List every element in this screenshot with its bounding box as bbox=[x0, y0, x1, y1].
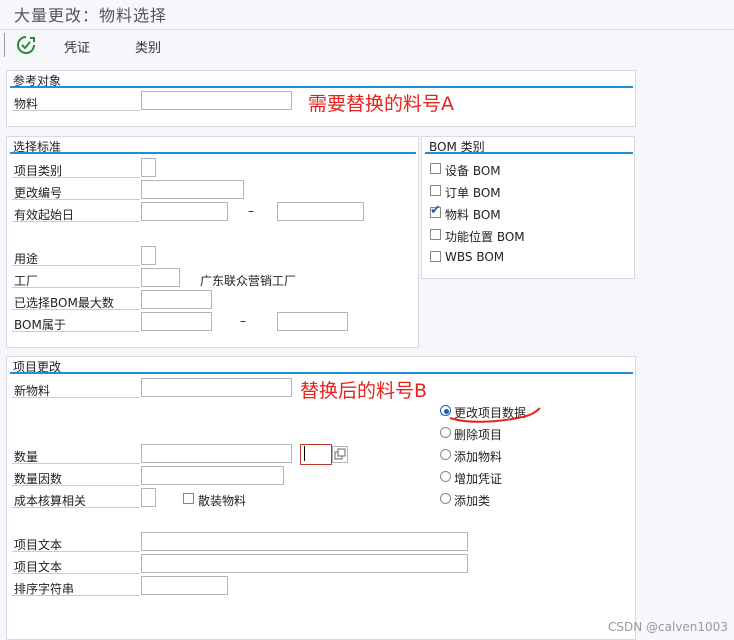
label-underline bbox=[12, 177, 140, 178]
label-underline bbox=[12, 551, 140, 552]
material-input[interactable] bbox=[141, 91, 292, 110]
cost-relevant-input[interactable] bbox=[141, 488, 156, 507]
delete-item-label: 删除项目 bbox=[454, 428, 503, 442]
execute-check-icon[interactable] bbox=[16, 35, 36, 55]
text-cursor bbox=[304, 446, 305, 461]
label-underline bbox=[12, 265, 140, 266]
bulk-material-checkbox[interactable] bbox=[183, 493, 194, 504]
add-document-label: 增加凭证 bbox=[454, 472, 503, 486]
wbs-bom-checkbox[interactable] bbox=[430, 251, 441, 262]
category-button[interactable]: 类别 bbox=[135, 37, 161, 56]
label-underline bbox=[12, 485, 140, 486]
wbs-bom-label: WBS BOM bbox=[445, 250, 505, 264]
toolbar bbox=[0, 30, 734, 60]
delete-item-radio[interactable] bbox=[440, 427, 451, 438]
order-bom-checkbox[interactable] bbox=[430, 185, 441, 196]
new-material-input[interactable] bbox=[141, 378, 292, 397]
label-underline bbox=[12, 309, 140, 310]
group-title-rule bbox=[10, 152, 416, 154]
add-class-label: 添加类 bbox=[454, 494, 491, 508]
group-title-rule bbox=[10, 372, 633, 374]
annotation-material-b: 替换后的料号B bbox=[300, 380, 428, 402]
item-text-2-input[interactable] bbox=[141, 554, 468, 573]
selection-criteria-group bbox=[6, 136, 419, 348]
item-category-input[interactable] bbox=[141, 158, 156, 177]
label-underline bbox=[12, 595, 140, 596]
material-bom-checkbox[interactable]: ✔ bbox=[430, 203, 441, 218]
toolbar-separator bbox=[4, 33, 5, 57]
max-bom-input[interactable] bbox=[141, 290, 212, 309]
functional-location-bom-checkbox[interactable] bbox=[430, 229, 441, 240]
red-underline-annotation bbox=[446, 404, 546, 426]
label-underline bbox=[12, 507, 140, 508]
equipment-bom-label: 设备 BOM bbox=[445, 164, 501, 178]
value-help-icon[interactable] bbox=[332, 446, 348, 463]
add-document-radio[interactable] bbox=[440, 471, 451, 482]
label-underline bbox=[12, 221, 140, 222]
quantity-input[interactable] bbox=[141, 444, 292, 463]
label-underline bbox=[12, 397, 140, 398]
label-underline bbox=[12, 331, 140, 332]
functional-location-bom-label: 功能位置 BOM bbox=[445, 230, 525, 244]
bom-belongs-to-input[interactable] bbox=[277, 312, 348, 331]
label-underline bbox=[12, 463, 140, 464]
plant-input[interactable] bbox=[141, 268, 180, 287]
bom-belongs-from-input[interactable] bbox=[141, 312, 212, 331]
material-bom-label: 物料 BOM bbox=[445, 208, 501, 222]
bulk-material-label: 散装物料 bbox=[198, 494, 247, 508]
add-class-radio[interactable] bbox=[440, 493, 451, 504]
valid-from-input[interactable] bbox=[141, 202, 228, 221]
group-title-rule bbox=[10, 86, 633, 88]
quantity-factor-input[interactable] bbox=[141, 466, 284, 485]
sort-string-input[interactable] bbox=[141, 576, 228, 595]
range-dash: – bbox=[240, 314, 246, 328]
watermark: CSDN @calven1003 bbox=[608, 620, 728, 634]
add-material-radio[interactable] bbox=[440, 449, 451, 460]
annotation-material-a: 需要替换的料号A bbox=[308, 93, 454, 115]
change-number-input[interactable] bbox=[141, 180, 244, 199]
group-title-rule bbox=[425, 152, 633, 154]
label-underline bbox=[12, 199, 140, 200]
range-dash: – bbox=[248, 204, 254, 218]
window-title: 大量更改：物料选择 bbox=[14, 6, 168, 25]
check-mark-icon: ✔ bbox=[430, 203, 441, 218]
item-text-1-input[interactable] bbox=[141, 532, 468, 551]
add-material-label: 添加物料 bbox=[454, 450, 503, 464]
voucher-button[interactable]: 凭证 bbox=[64, 37, 90, 56]
valid-to-input[interactable] bbox=[277, 202, 364, 221]
label-underline bbox=[12, 573, 140, 574]
equipment-bom-checkbox[interactable] bbox=[430, 163, 441, 174]
usage-input[interactable] bbox=[141, 246, 156, 265]
label-underline bbox=[12, 287, 140, 288]
label-underline bbox=[12, 110, 140, 111]
order-bom-label: 订单 BOM bbox=[445, 186, 501, 200]
plant-name: 广东联众营销工厂 bbox=[200, 274, 297, 288]
